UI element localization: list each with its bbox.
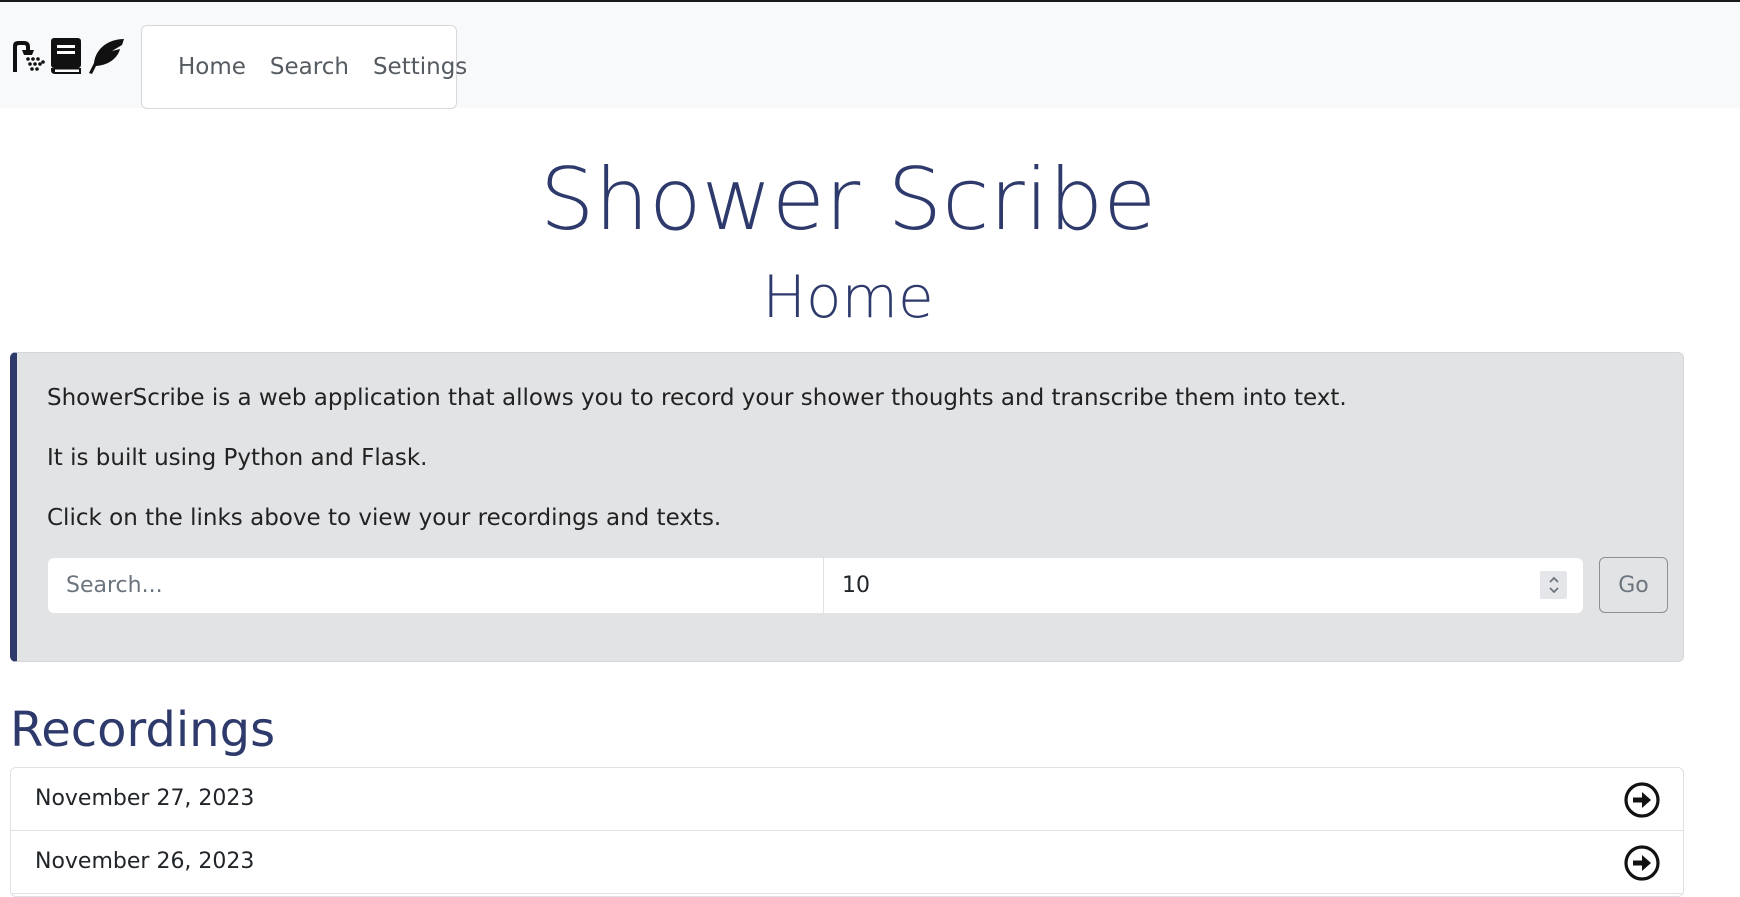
- arrow-circle-right-icon[interactable]: [1623, 844, 1661, 882]
- brand-logo[interactable]: [10, 36, 126, 76]
- result-count-input[interactable]: 10: [823, 558, 1583, 613]
- arrow-circle-right-icon[interactable]: [1623, 781, 1661, 819]
- navbar: Home Search Settings: [0, 2, 1740, 109]
- recording-date: November 27, 2023: [35, 786, 255, 811]
- recordings-heading: Recordings: [10, 702, 276, 758]
- result-count-value: 10: [842, 573, 870, 598]
- search-input[interactable]: [48, 558, 823, 613]
- search-form: 10 Go: [48, 557, 1678, 613]
- nav-menu: Home Search Settings: [141, 25, 467, 109]
- recording-date: November 26, 2023: [35, 849, 255, 874]
- shower-icon: [13, 41, 45, 72]
- nav-link-settings[interactable]: Settings: [361, 54, 479, 80]
- list-item[interactable]: November 26, 2023: [11, 831, 1683, 894]
- chevron-updown-icon[interactable]: [1540, 571, 1567, 599]
- list-item[interactable]: November 27, 2023: [11, 768, 1683, 831]
- info-panel: ShowerScribe is a web application that a…: [10, 352, 1684, 662]
- feather-icon: [89, 39, 124, 74]
- nav-link-home[interactable]: Home: [166, 54, 258, 80]
- recordings-list: November 27, 2023 November 26, 2023: [10, 767, 1684, 897]
- info-paragraph: It is built using Python and Flask.: [47, 445, 428, 471]
- nav-link-search[interactable]: Search: [258, 54, 361, 80]
- info-paragraph: ShowerScribe is a web application that a…: [47, 385, 1347, 411]
- info-paragraph: Click on the links above to view your re…: [47, 505, 722, 531]
- app-title: Shower Scribe: [539, 150, 1157, 250]
- go-button[interactable]: Go: [1599, 557, 1668, 613]
- book-icon: [51, 38, 81, 74]
- page-title: Home: [762, 263, 934, 331]
